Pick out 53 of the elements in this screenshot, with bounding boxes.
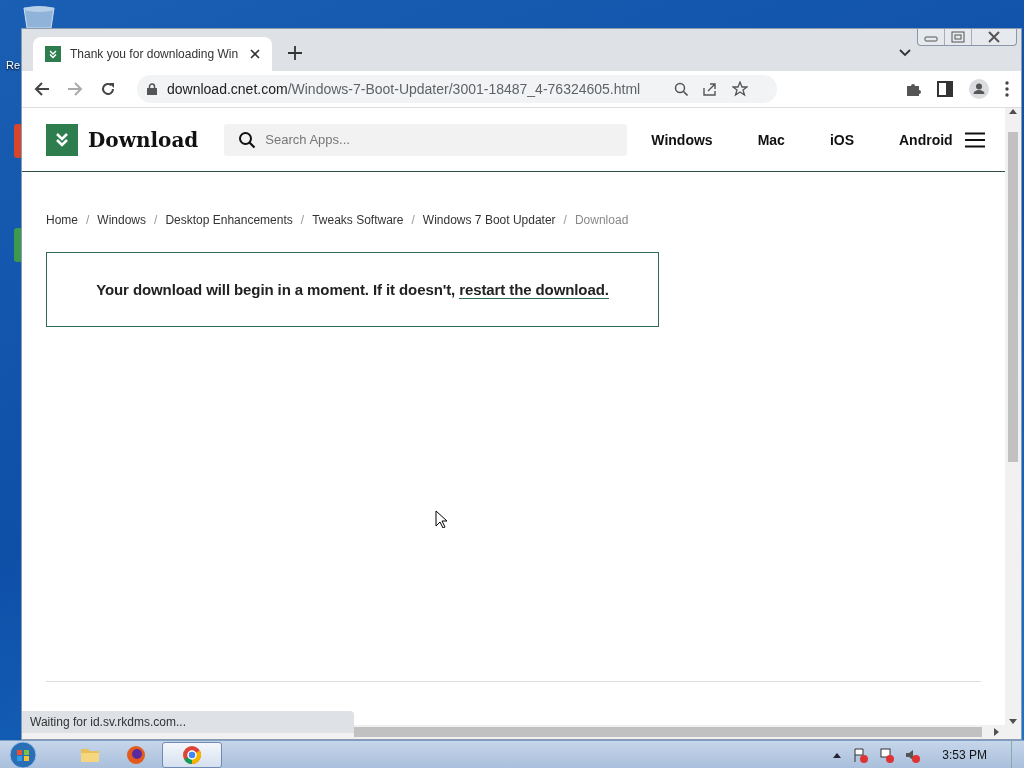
scrollbar-thumb[interactable]: [1008, 132, 1018, 462]
breadcrumb-link[interactable]: Download: [574, 213, 629, 227]
new-tab-icon[interactable]: [288, 46, 302, 60]
nav-link[interactable]: Mac: [757, 131, 785, 148]
nav-link[interactable]: iOS: [829, 131, 854, 148]
nav-link[interactable]: Android: [899, 131, 953, 148]
round-logo-icon: [181, 743, 203, 766]
network-icon[interactable]: [878, 746, 895, 763]
search-icon: [238, 130, 257, 149]
breadcrumb-link[interactable]: Windows 7 Boot Updater: [422, 213, 556, 227]
close-icon[interactable]: [250, 49, 260, 59]
scrollbar-thumb[interactable]: [354, 727, 982, 737]
puzzle-icon[interactable]: [905, 81, 921, 97]
status-bubble: Waiting for id.sv.rkdms.com...: [22, 711, 354, 733]
nav-link[interactable]: Windows: [651, 131, 713, 148]
breadcrumb-separator: /: [300, 213, 305, 227]
site-logo[interactable]: Download: [88, 127, 199, 152]
globe-icon: [125, 743, 147, 766]
breadcrumb-separator: /: [563, 213, 567, 227]
desktop-icon-label[interactable]: Re: [6, 59, 21, 71]
breadcrumb-separator: /: [154, 213, 158, 227]
download-message: Your download will begin in a moment. If it doesn't, restart the download.: [96, 281, 609, 298]
more-icon[interactable]: [1005, 81, 1009, 97]
breadcrumb-link[interactable]: Windows: [97, 213, 147, 227]
profile-icon[interactable]: [969, 79, 989, 99]
address-bar[interactable]: download.cnet.com/Windows-7-Boot-Updater/3001-18487_4-76324605.html: [137, 75, 777, 103]
breadcrumb-link[interactable]: Tweaks Software: [312, 213, 404, 227]
favicon-icon: [45, 46, 61, 62]
taskbar-button[interactable]: [162, 741, 222, 768]
browser-tab[interactable]: Thank you for downloading Win: [33, 37, 272, 71]
star-icon[interactable]: [732, 81, 748, 97]
breadcrumb-link[interactable]: Desktop Enhancements: [165, 213, 293, 227]
start-button[interactable]: [8, 740, 38, 768]
back-icon[interactable]: [34, 81, 50, 97]
breadcrumb-separator: /: [86, 213, 90, 227]
url-text: download.cnet.com/Windows-7-Boot-Updater/3001-18487_4-76324605.html: [167, 81, 641, 97]
lock-icon: [147, 83, 157, 95]
share-icon[interactable]: [702, 81, 718, 97]
menu-icon[interactable]: [965, 131, 985, 148]
breadcrumb-link[interactable]: Home: [46, 213, 78, 227]
scroll-right-icon[interactable]: [994, 728, 1000, 736]
logo-icon[interactable]: [46, 123, 78, 156]
reload-icon[interactable]: [100, 81, 116, 97]
side-panel-icon[interactable]: [937, 81, 953, 97]
restart-link[interactable]: restart the download.: [459, 281, 609, 299]
search-icon[interactable]: [674, 82, 688, 96]
clock[interactable]: 3:53 PM: [942, 747, 987, 762]
breadcrumb-separator: /: [411, 213, 415, 227]
cursor-icon: [435, 510, 447, 528]
search-field[interactable]: Search Apps...: [224, 123, 628, 156]
flag-icon[interactable]: [852, 746, 869, 763]
recycle-bin-icon[interactable]: [22, 6, 56, 28]
chevron-icon[interactable]: [899, 49, 911, 57]
